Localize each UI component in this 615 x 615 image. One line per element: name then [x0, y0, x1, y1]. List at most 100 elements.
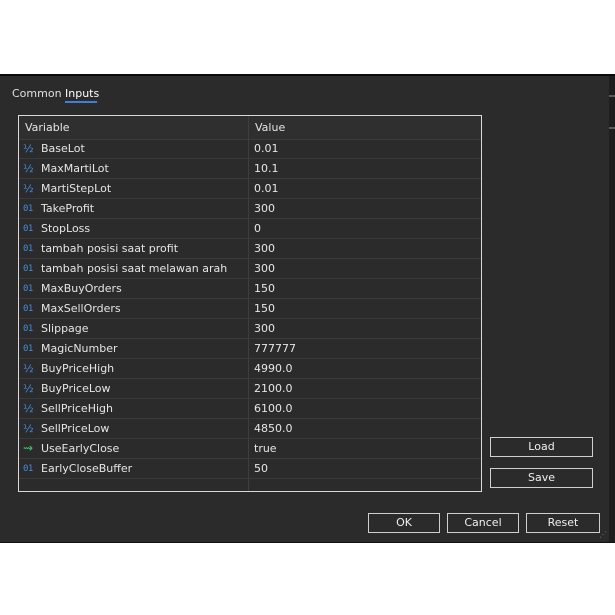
table-header: Variable Value: [19, 116, 481, 140]
table-row[interactable]: ½ MaxMartiLot 10.1: [19, 159, 481, 179]
integer-icon: 01: [23, 244, 33, 254]
value-cell[interactable]: 300: [249, 319, 481, 338]
variable-value[interactable]: 10.1: [254, 162, 279, 175]
variable-value[interactable]: 4850.0: [254, 422, 293, 435]
value-cell[interactable]: 50: [249, 459, 481, 478]
value-cell[interactable]: 4990.0: [249, 359, 481, 378]
variable-cell[interactable]: ½ BuyPriceHigh: [19, 359, 248, 378]
table-row[interactable]: 01 EarlyCloseBuffer 50: [19, 459, 481, 479]
variable-cell[interactable]: 01 tambah posisi saat melawan arah: [19, 259, 248, 278]
table-row[interactable]: 01 tambah posisi saat melawan arah 300: [19, 259, 481, 279]
reset-button[interactable]: Reset: [526, 513, 600, 533]
table-row[interactable]: ½ SellPriceLow 4850.0: [19, 419, 481, 439]
variable-cell[interactable]: ½ SellPriceHigh: [19, 399, 248, 418]
column-header-variable[interactable]: Variable: [25, 121, 70, 134]
variable-cell[interactable]: 01 TakeProfit: [19, 199, 248, 218]
variable-value[interactable]: 300: [254, 242, 275, 255]
resize-grip-icon[interactable]: ⋰: [599, 531, 607, 539]
variable-cell[interactable]: 01 MaxSellOrders: [19, 299, 248, 318]
save-button[interactable]: Save: [490, 468, 593, 488]
cancel-button[interactable]: Cancel: [447, 513, 519, 533]
table-row[interactable]: 01 MaxBuyOrders 150: [19, 279, 481, 299]
table-row[interactable]: ⇝ UseEarlyClose true: [19, 439, 481, 459]
tab-common[interactable]: Common: [12, 87, 62, 100]
value-cell[interactable]: 150: [249, 299, 481, 318]
table-row[interactable]: ½ MartiStepLot 0.01: [19, 179, 481, 199]
variable-name: tambah posisi saat melawan arah: [41, 262, 228, 275]
variable-name: BuyPriceHigh: [41, 362, 115, 375]
variable-cell[interactable]: 01 tambah posisi saat profit: [19, 239, 248, 258]
variable-cell[interactable]: ½ SellPriceLow: [19, 419, 248, 438]
variable-value[interactable]: 300: [254, 262, 275, 275]
tab-inputs[interactable]: Inputs: [65, 87, 99, 100]
variable-value[interactable]: 150: [254, 282, 275, 295]
variable-cell[interactable]: 01 MagicNumber: [19, 339, 248, 358]
value-cell[interactable]: 300: [249, 259, 481, 278]
variable-name: MaxBuyOrders: [41, 282, 122, 295]
value-cell[interactable]: 4850.0: [249, 419, 481, 438]
table-row[interactable]: 01 MagicNumber 777777: [19, 339, 481, 359]
integer-icon: 01: [23, 324, 33, 334]
active-tab-indicator: [65, 101, 97, 103]
load-button[interactable]: Load: [490, 437, 593, 457]
table-row[interactable]: ½ SellPriceHigh 6100.0: [19, 399, 481, 419]
variable-value[interactable]: 0.01: [254, 182, 279, 195]
ok-button[interactable]: OK: [368, 513, 440, 533]
variable-cell[interactable]: ⇝ UseEarlyClose: [19, 439, 248, 458]
variable-cell[interactable]: ½ MaxMartiLot: [19, 159, 248, 178]
table-row[interactable]: 01 TakeProfit 300: [19, 199, 481, 219]
value-cell[interactable]: 2100.0: [249, 379, 481, 398]
value-cell[interactable]: 0.01: [249, 139, 481, 158]
variable-name: SellPriceHigh: [41, 402, 113, 415]
integer-icon: 01: [23, 204, 33, 214]
value-cell[interactable]: 300: [249, 239, 481, 258]
variable-value[interactable]: 6100.0: [254, 402, 293, 415]
variable-cell[interactable]: 01 MaxBuyOrders: [19, 279, 248, 298]
variable-value[interactable]: 2100.0: [254, 382, 293, 395]
fraction-icon: ½: [23, 182, 34, 195]
variable-cell[interactable]: 01 Slippage: [19, 319, 248, 338]
value-cell[interactable]: true: [249, 439, 481, 458]
variable-value[interactable]: 4990.0: [254, 362, 293, 375]
value-cell[interactable]: 0: [249, 219, 481, 238]
variable-cell[interactable]: 01 StopLoss: [19, 219, 248, 238]
variable-name: Slippage: [41, 322, 89, 335]
variable-value[interactable]: 777777: [254, 342, 296, 355]
variable-name: MagicNumber: [41, 342, 118, 355]
table-row[interactable]: ½ BuyPriceLow 2100.0: [19, 379, 481, 399]
table-row[interactable]: 01 StopLoss 0: [19, 219, 481, 239]
fraction-icon: ½: [23, 162, 34, 175]
variable-name: MaxSellOrders: [41, 302, 121, 315]
table-row[interactable]: ½ BuyPriceHigh 4990.0: [19, 359, 481, 379]
table-row[interactable]: ½ BaseLot 0.01: [19, 139, 481, 159]
variable-cell[interactable]: ½ BaseLot: [19, 139, 248, 158]
variable-cell[interactable]: ½ MartiStepLot: [19, 179, 248, 198]
value-cell[interactable]: 300: [249, 199, 481, 218]
value-cell[interactable]: 10.1: [249, 159, 481, 178]
variable-name: MaxMartiLot: [41, 162, 109, 175]
variable-name: UseEarlyClose: [41, 442, 120, 455]
variable-name: tambah posisi saat profit: [41, 242, 179, 255]
variable-value[interactable]: 50: [254, 462, 268, 475]
table-row[interactable]: 01 MaxSellOrders 150: [19, 299, 481, 319]
variable-value[interactable]: 300: [254, 202, 275, 215]
table-row[interactable]: 01 tambah posisi saat profit 300: [19, 239, 481, 259]
fraction-icon: ½: [23, 382, 34, 395]
fraction-icon: ½: [23, 362, 34, 375]
variable-value[interactable]: 150: [254, 302, 275, 315]
value-cell[interactable]: 150: [249, 279, 481, 298]
variable-value[interactable]: true: [254, 442, 277, 455]
inputs-table: Variable Value ½ BaseLot 0.01 ½ MaxMartiLot 1…: [18, 115, 482, 492]
value-cell[interactable]: 6100.0: [249, 399, 481, 418]
variable-cell[interactable]: ½ BuyPriceLow: [19, 379, 248, 398]
variable-name: TakeProfit: [41, 202, 95, 215]
value-cell[interactable]: 0.01: [249, 179, 481, 198]
variable-value[interactable]: 300: [254, 322, 275, 335]
table-row[interactable]: 01 Slippage 300: [19, 319, 481, 339]
column-header-value[interactable]: Value: [255, 121, 285, 134]
variable-value[interactable]: 0.01: [254, 142, 279, 155]
right-edge-mark: [609, 127, 615, 129]
variable-value[interactable]: 0: [254, 222, 261, 235]
value-cell[interactable]: 777777: [249, 339, 481, 358]
variable-cell[interactable]: 01 EarlyCloseBuffer: [19, 459, 248, 478]
